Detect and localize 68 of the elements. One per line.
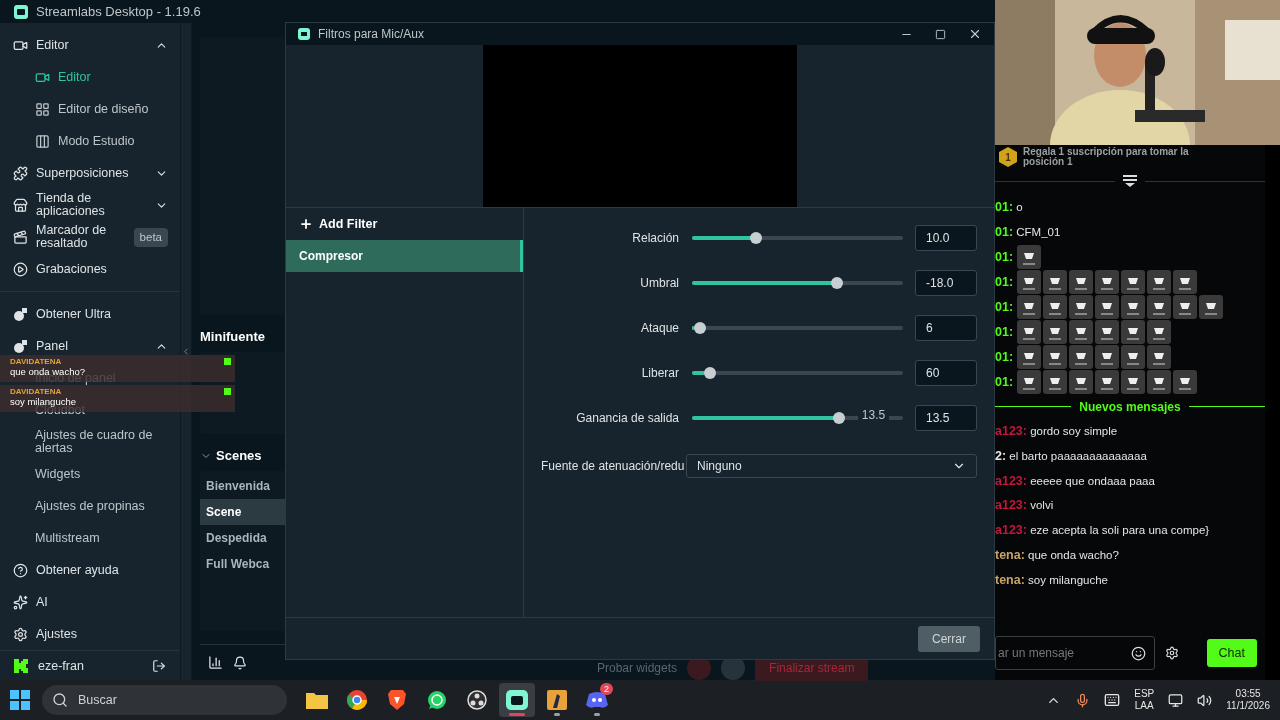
sidebar-item[interactable]: AI <box>0 586 180 618</box>
chat-message: a123: gordo soy simple <box>995 424 1118 438</box>
notification-badge: 2 <box>600 683 613 695</box>
sidebar-subitem[interactable]: Editor de diseño <box>0 93 180 125</box>
chat-message: tena: soy milanguche <box>995 572 1108 587</box>
chat-message: 01: <box>995 250 1014 265</box>
sidebar-subitem[interactable]: Ajustes de propinas <box>0 490 180 522</box>
sidebar-item[interactable]: Superposiciones <box>0 157 180 189</box>
layout-label[interactable]: LAA <box>1134 700 1154 712</box>
sidebar-subitem[interactable]: Multistream <box>0 522 180 554</box>
section-title: Scenes <box>216 448 262 463</box>
number-field[interactable]: -18.0 <box>915 270 977 296</box>
select-label: Fuente de atenuación/redu <box>541 459 686 473</box>
number-field[interactable]: 10.0 <box>915 225 977 251</box>
slider-label: Ataque <box>639 321 679 335</box>
overlay-text: que onda wacho? <box>10 366 85 377</box>
overlay-text: soy milanguche <box>10 396 76 407</box>
add-filter-button[interactable]: Add Filter <box>286 208 523 240</box>
chat-input[interactable]: ar un mensaje <box>995 636 1155 670</box>
slider-label: Umbral <box>639 276 679 290</box>
sidebar-item[interactable]: Obtener Ultra <box>0 298 180 330</box>
close-button[interactable]: Cerrar <box>918 625 980 652</box>
overlay-user: DAVIDATENA <box>10 387 63 396</box>
number-field[interactable]: 6 <box>915 315 977 341</box>
sidebar-subitem[interactable]: Widgets <box>0 458 180 490</box>
chat-message: a123: eeeee que ondaaa paaa <box>995 473 1155 488</box>
chat-message: tena: que onda wacho? <box>995 547 1119 562</box>
sidebar-item[interactable]: Obtener ayuda <box>0 554 180 586</box>
chat-send-button[interactable]: Chat <box>1206 639 1257 667</box>
taskbar-app[interactable]: 2 <box>579 683 615 717</box>
slider-label: Relación <box>631 231 679 245</box>
chat-message: 01: <box>995 275 1014 290</box>
sidebar-subitem[interactable]: Modo Estudio <box>0 125 180 157</box>
sidebar-subitem[interactable]: Ajustes de cuadro de alertas <box>0 426 180 458</box>
chat-message: 01: <box>995 325 1014 340</box>
sidebar-item[interactable]: Ajustes <box>0 618 180 650</box>
window-title: Streamlabs Desktop - 1.19.6 <box>36 4 201 19</box>
dialog-title: Filtros para Mic/Aux <box>318 27 426 41</box>
chat-message: 01: CFM_01 <box>995 225 1061 240</box>
slider-label: Liberar <box>640 366 679 380</box>
filter-item[interactable]: Compresor <box>286 240 523 272</box>
sidebar-item[interactable]: Editor <box>0 29 180 61</box>
section-title: Minifuente <box>200 329 265 344</box>
beta-badge: beta <box>133 227 168 247</box>
chat-message: 01: <box>995 300 1014 315</box>
clock-time[interactable]: 03:55 <box>1235 688 1261 700</box>
language-label[interactable]: ESP <box>1134 688 1155 700</box>
search-field[interactable]: Buscar <box>42 685 287 715</box>
number-field[interactable]: 60 <box>915 360 977 386</box>
sidebar-item[interactable]: Grabaciones <box>0 253 180 285</box>
chat-message: a123: eze acepta la soli para una compe} <box>995 523 1210 538</box>
slider-label: Ganancia de salida <box>575 411 679 425</box>
sidebar-subitem[interactable]: Editor <box>0 61 180 93</box>
number-field[interactable]: 13.5 <box>915 405 977 431</box>
overlay-user: DAVIDATENA <box>10 357 63 366</box>
chat-message: 01: <box>995 350 1014 365</box>
source-dropdown[interactable]: Ninguno <box>686 454 977 478</box>
chat-message: 2: el barto paaaaaaaaaaaaaa <box>995 448 1147 463</box>
chat-message: 01: <box>995 375 1014 390</box>
new-messages-divider: Nuevos mensajes <box>1079 399 1181 414</box>
user-name: eze-fran <box>38 658 85 673</box>
sidebar-item[interactable]: Marcador de resaltado beta <box>0 221 180 253</box>
rank-badge: 1 <box>999 147 1017 167</box>
sidebar-item[interactable]: Tienda de aplicaciones <box>0 189 180 221</box>
clock-date[interactable]: 11/1/2026 <box>1226 700 1270 712</box>
chat-message: 01: o <box>995 200 1023 215</box>
chat-message: a123: volvi <box>995 498 1054 513</box>
leaderboard-prompt: Regala 1 suscripción para tomar la posición 1 <box>1023 147 1190 167</box>
